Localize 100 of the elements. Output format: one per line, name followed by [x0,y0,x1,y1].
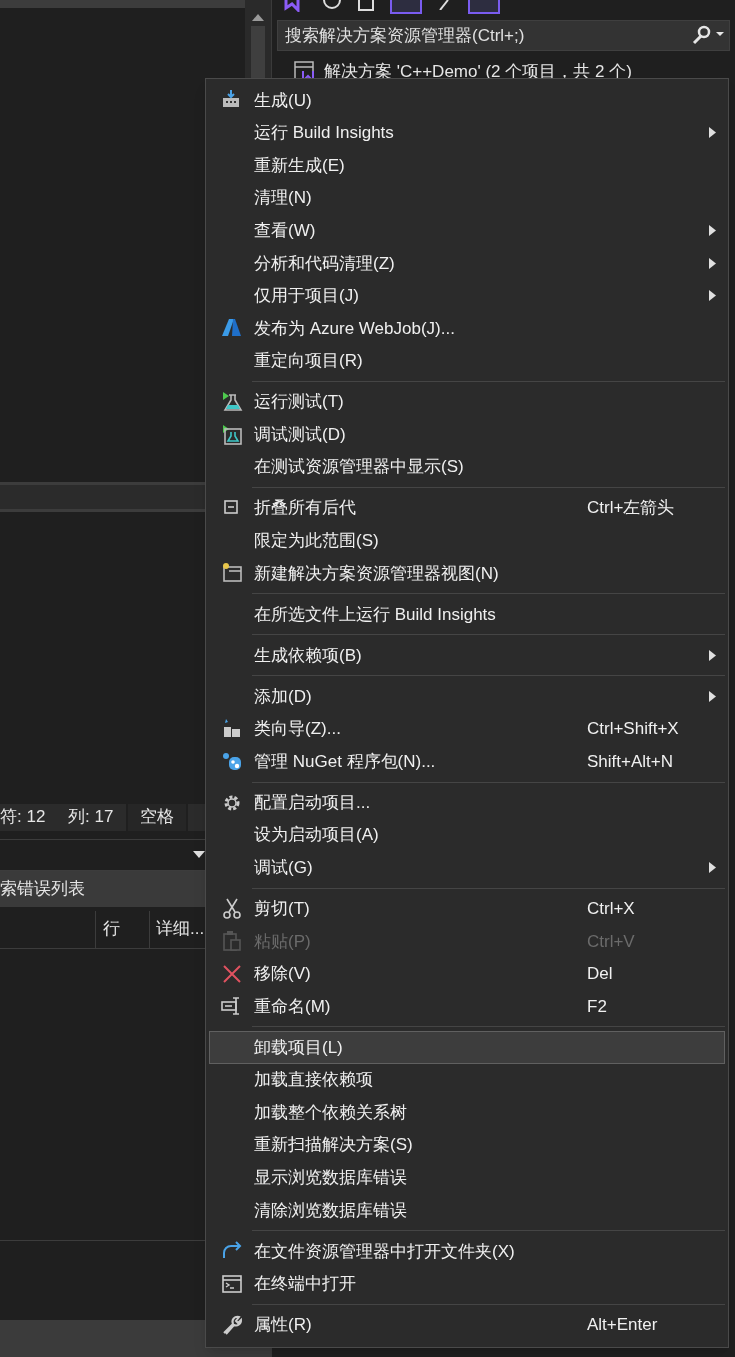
scissors-icon [221,897,243,920]
copy-icon[interactable] [356,0,376,12]
search-field[interactable]: 搜索解决方案资源管理器(Ctrl+;) [277,20,730,51]
menu-item-label: 折叠所有后代 [254,497,357,520]
shortcut-text: Del [587,964,613,984]
close-icon [221,962,243,985]
shortcut-text: Ctrl+Shift+X [587,719,679,739]
column-header[interactable]: 行 [95,910,149,948]
menu-item[interactable]: 折叠所有后代 Ctrl+左箭头 [209,491,725,525]
menu-item[interactable]: 调试测试(D) [209,418,725,451]
menu-item-label: 粘贴(P) [254,930,312,953]
menu-item[interactable]: 仅用于项目(J) [209,279,725,313]
menu-item-label: 移除(V) [254,963,312,986]
clipboard-icon [221,930,243,953]
menu-item[interactable]: 属性(R) Alt+Enter [209,1308,725,1342]
menu-item-label: 加载整个依赖关系树 [254,1101,408,1124]
menu-item[interactable]: 重命名(M) F2 [209,990,725,1023]
menu-item-label: 重新扫描解决方案(S) [254,1134,414,1157]
menu-item-label: 清理(N) [254,187,313,210]
menu-item[interactable]: 卸载项目(L) [209,1031,725,1064]
menu-item[interactable]: 添加(D) [209,680,725,713]
menu-item[interactable]: 重定向项目(R) [209,344,725,378]
menu-item[interactable]: 分析和代码清理(Z) [209,246,725,280]
menu-item[interactable]: 设为启动项目(A) [209,818,725,852]
menu-item[interactable]: 生成依赖项(B) [209,639,725,672]
test-window-icon [221,423,243,446]
menu-item-label: 在所选文件上运行 Build Insights [254,603,497,626]
shortcut-text: Shift+Alt+N [587,751,673,771]
shortcut-text: Ctrl+V [587,931,635,951]
menu-item-label: 管理 NuGet 程序包(N)... [254,750,437,773]
menu-item-label: 发布为 Azure WebJob(J)... [254,317,456,340]
menu-item-label: 查看(W) [254,219,317,242]
menu-item[interactable]: 配置启动项目... [209,786,725,819]
new-view-icon [221,562,243,585]
menu-item-label: 清除浏览数据库错误 [254,1199,408,1222]
menu-item-label: 显示浏览数据库错误 [254,1167,408,1190]
flask-icon [221,391,243,414]
menu-item-label: 生成(U) [254,89,313,112]
menu-item[interactable]: 新建解决方案资源管理器视图(N) [209,557,725,590]
menu-item[interactable]: 调试(G) [209,851,725,884]
menu-item[interactable]: 加载直接依赖项 [209,1063,725,1097]
menu-item-label: 重命名(M) [254,995,332,1018]
menu-item-label: 新建解决方案资源管理器视图(N) [254,562,500,585]
menu-item[interactable]: 加载整个依赖关系树 [209,1096,725,1129]
menu-item-label: 限定为此范围(S) [254,530,380,553]
shortcut-text: Alt+Enter [587,1315,658,1335]
menu-item-label: 重定向项目(R) [254,350,364,373]
status-text[interactable]: 空格 [126,803,188,831]
menu-item-label: 分析和代码清理(Z) [254,252,396,275]
terminal-icon [221,1273,243,1295]
shortcut-text: Ctrl+X [587,898,635,918]
menu-item[interactable]: 在终端中打开 [209,1267,725,1301]
menu-item-label: 重新生成(E) [254,154,346,177]
menu-item[interactable]: 在测试资源管理器中显示(S) [209,450,725,484]
menu-item-label: 属性(R) [254,1314,313,1337]
menu-item[interactable]: 生成(U) [209,84,725,117]
menu-item-label: 配置启动项目... [254,791,372,814]
menu-item[interactable]: 移除(V) Del [209,957,725,991]
toggle-button[interactable] [390,0,422,14]
menu-item[interactable]: 类向导(Z)... Ctrl+Shift+X [209,712,725,746]
scroll-up-icon[interactable] [251,12,265,22]
panel-title: 索错误列表 [0,877,85,900]
nuget-icon [221,750,243,773]
status-text: 列: 17 [68,806,115,829]
menu-item-label: 在文件资源管理器中打开文件夹(X) [254,1240,516,1263]
toggle-button[interactable] [468,0,500,14]
menu-item[interactable]: 重新生成(E) [209,149,725,182]
menu-item[interactable]: 剪切(T) Ctrl+X [209,892,725,925]
menu-item[interactable]: 运行测试(T) [209,385,725,419]
menu-item-label: 卸载项目(L) [254,1036,344,1059]
menu-item-label: 设为启动项目(A) [254,824,380,847]
menu-item[interactable]: 管理 NuGet 程序包(N)... Shift+Alt+N [209,745,725,778]
menu-item[interactable]: 查看(W) [209,214,725,247]
menu-item-label: 调试测试(D) [254,423,347,446]
menu-item-label: 生成依赖项(B) [254,644,363,667]
dropdown-caret-icon[interactable] [193,851,205,858]
menu-item[interactable]: 显示浏览数据库错误 [209,1161,725,1195]
class-wizard-icon [221,717,243,740]
menu-item-label: 运行 Build Insights [254,122,395,145]
status-text: 符: 12 [0,806,47,829]
menu-item-label: 调试(G) [254,856,314,879]
menu-item-label: 仅用于项目(J) [254,285,360,308]
refresh-icon[interactable] [322,0,342,10]
menu-item-label: 剪切(T) [254,897,311,920]
menu-item[interactable]: 重新扫描解决方案(S) [209,1128,725,1162]
menu-item-label: 在终端中打开 [254,1273,357,1296]
menu-item-label: 在测试资源管理器中显示(S) [254,456,465,479]
menu-item[interactable]: 清除浏览数据库错误 [209,1194,725,1227]
menu-item[interactable]: 清理(N) [209,181,725,215]
menu-item-label: 类向导(Z)... [254,718,342,741]
shortcut-text: F2 [587,996,607,1016]
menu-item-label: 加载直接依赖项 [254,1069,374,1092]
menu-item[interactable]: 在文件资源管理器中打开文件夹(X) [209,1235,725,1268]
menu-item-label: 添加(D) [254,685,313,708]
menu-item[interactable]: 在所选文件上运行 Build Insights [209,598,725,631]
menu-item[interactable]: 运行 Build Insights [209,116,725,150]
search-icon[interactable] [691,25,725,45]
menu-item-label: 运行测试(T) [254,391,345,414]
menu-item[interactable]: 发布为 Azure WebJob(J)... [209,312,725,345]
menu-item[interactable]: 限定为此范围(S) [209,524,725,558]
